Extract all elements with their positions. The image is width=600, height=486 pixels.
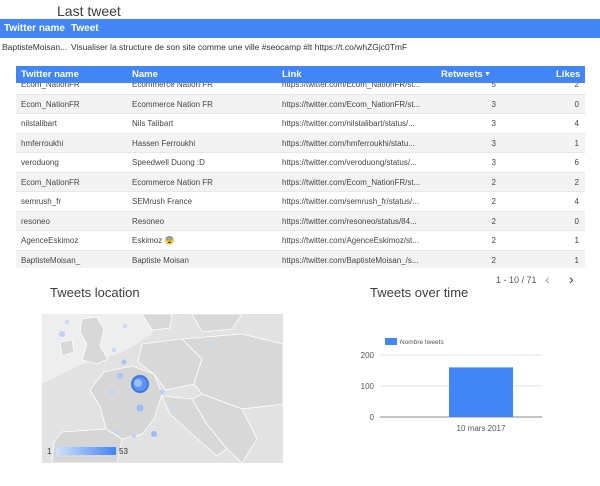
tweets-location-title: Tweets location bbox=[50, 285, 140, 300]
col-twitter-name[interactable]: Twitter name bbox=[21, 69, 79, 80]
cell-twitter-name: semrush_fr bbox=[21, 197, 62, 206]
chart-canvas: 0 100 200 Nombre tweets 10 mars 2017 bbox=[361, 338, 542, 433]
cell-twitter-name: AgenceEskimoz bbox=[21, 236, 79, 245]
cell-twitter-name: Ecom_NationFR bbox=[21, 177, 80, 187]
cell-link[interactable]: https://twitter.com/nilstalibart/status/… bbox=[282, 119, 427, 128]
prev-page-icon[interactable]: ‹ bbox=[545, 271, 550, 287]
cell-name: Eskimoz 😨 bbox=[132, 236, 175, 245]
last-tweet-header: Twitter name Tweet bbox=[0, 19, 600, 38]
cell-name: Ecommerce Nation FR bbox=[132, 83, 213, 89]
cell-name: Nils Talibart bbox=[132, 119, 174, 128]
cell-retweets: 2 bbox=[491, 197, 496, 206]
map-legend-gradient bbox=[56, 447, 116, 455]
europe-map bbox=[42, 314, 283, 463]
cell-twitter-name: resoneo bbox=[21, 216, 50, 226]
legend-swatch bbox=[385, 338, 397, 345]
cell-twitter-name: hmferroukhi bbox=[21, 138, 64, 148]
col-name[interactable]: Name bbox=[132, 69, 158, 80]
chart-bar bbox=[449, 367, 513, 417]
cell-retweets: 2 bbox=[491, 255, 496, 265]
x-tick-label: 10 mars 2017 bbox=[457, 424, 506, 433]
cell-name: Hassen Ferroukhi bbox=[132, 138, 196, 148]
cell-likes: 6 bbox=[574, 158, 579, 167]
next-page-icon[interactable]: › bbox=[569, 271, 574, 287]
cell-twitter-name: Ecom_NationFR bbox=[21, 83, 80, 89]
col-likes[interactable]: Likes bbox=[556, 69, 580, 80]
cell-twitter-name: BaptisteMoisan_ bbox=[21, 255, 81, 265]
table-body: Ecom_NationFR Ecommerce Nation FR https://… bbox=[16, 83, 585, 268]
cell-name: Baptiste Moisan bbox=[132, 255, 189, 265]
cell-likes: 1 bbox=[574, 236, 579, 245]
table-header: Twitter name Name Link Retweets ▼ Likes bbox=[16, 66, 585, 83]
header-twitter-name[interactable]: Twitter name bbox=[4, 23, 65, 34]
cell-likes: 1 bbox=[574, 138, 579, 148]
sort-desc-icon[interactable]: ▼ bbox=[484, 71, 491, 78]
table-row[interactable]: hmferroukhi Hassen Ferroukhi https://twitt… bbox=[16, 133, 585, 153]
cell-name: Resoneo bbox=[132, 216, 165, 226]
cell-link[interactable]: https://twitter.com/BaptisteMoisan_/s... bbox=[282, 256, 427, 265]
cell-retweets: 3 bbox=[491, 138, 496, 148]
cell-twitter-name: nilstalibart bbox=[21, 119, 58, 128]
legend-label: Nombre tweets bbox=[400, 339, 444, 346]
cell-twitter-name: Ecom_NationFR bbox=[21, 99, 80, 109]
cell-name: Ecommerce Nation FR bbox=[132, 99, 213, 109]
last-tweet-row: BaptisteMoisan... Visualiser la structur… bbox=[0, 38, 600, 56]
cell-retweets: 3 bbox=[491, 158, 496, 167]
cell-twitter-name: veroduong bbox=[21, 158, 59, 167]
cell-likes: 0 bbox=[574, 99, 579, 109]
cell-retweets: 5 bbox=[491, 83, 496, 89]
cell-likes: 4 bbox=[574, 197, 579, 206]
cell-likes: 4 bbox=[574, 119, 579, 128]
cell-link[interactable]: https://twitter.com/resoneo/status/84... bbox=[282, 217, 427, 226]
y-tick-label: 200 bbox=[361, 351, 375, 360]
pagination-label: 1 - 10 / 71 bbox=[496, 275, 537, 285]
cell-likes: 2 bbox=[574, 177, 579, 187]
cell-likes: 1 bbox=[574, 255, 579, 265]
tweets-over-time-title: Tweets over time bbox=[370, 285, 469, 300]
cell-name: Speedwell Duong :D bbox=[132, 158, 205, 167]
table-row[interactable]: semrush_fr SEMrush France https://twitter.… bbox=[16, 192, 585, 212]
last-tweet-title: Last tweet bbox=[57, 3, 121, 19]
table-row[interactable]: nilstalibart Nils Talibart https://twitter… bbox=[16, 114, 585, 134]
map-legend-min: 1 bbox=[47, 447, 52, 456]
cell-retweets: 2 bbox=[491, 236, 496, 245]
table-row[interactable]: Ecom_NationFR Ecommerce Nation FR https://… bbox=[16, 94, 585, 114]
col-retweets[interactable]: Retweets bbox=[441, 69, 483, 80]
map-legend-max: 53 bbox=[119, 447, 128, 456]
cell-likes: 0 bbox=[574, 216, 579, 226]
cell-likes: 2 bbox=[574, 83, 579, 89]
cell-link[interactable]: https://twitter.com/hmferroukhi/statu... bbox=[282, 139, 427, 148]
cell-link[interactable]: https://twitter.com/Ecom_NationFR/st... bbox=[282, 83, 427, 89]
table-row[interactable]: Ecom_NationFR Ecommerce Nation FR https://… bbox=[16, 172, 585, 192]
y-tick-label: 100 bbox=[361, 382, 375, 391]
cell-link[interactable]: https://twitter.com/Ecom_NationFR/st... bbox=[282, 100, 427, 109]
table-row[interactable]: AgenceEskimoz Eskimoz 😨 https://twitter.co… bbox=[16, 231, 585, 251]
table-row[interactable]: BaptisteMoisan_ Baptiste Moisan https://tw… bbox=[16, 250, 585, 268]
table-row[interactable]: resoneo Resoneo https://twitter.com/resone… bbox=[16, 211, 585, 231]
cell-retweets: 3 bbox=[491, 119, 496, 128]
cell-name: Ecommerce Nation FR bbox=[132, 177, 213, 187]
col-link[interactable]: Link bbox=[282, 69, 302, 80]
cell-retweets: 3 bbox=[491, 99, 496, 109]
cell-retweets: 2 bbox=[491, 216, 496, 226]
cell-link[interactable]: https://twitter.com/semrush_fr/status/..… bbox=[282, 197, 427, 206]
last-tweet-user: BaptisteMoisan... bbox=[2, 42, 68, 52]
y-tick-label: 0 bbox=[370, 413, 375, 422]
cell-link[interactable]: https://twitter.com/AgenceEskimoz/st... bbox=[282, 236, 427, 245]
table-row[interactable]: veroduong Speedwell Duong :D https://twitt… bbox=[16, 153, 585, 173]
cell-link[interactable]: https://twitter.com/veroduong/status/... bbox=[282, 158, 427, 167]
tweets-over-time-chart[interactable]: 0 100 200 Nombre tweets 10 mars 2017 bbox=[340, 320, 560, 440]
cell-name: SEMrush France bbox=[132, 197, 193, 206]
tweets-table: Twitter name Name Link Retweets ▼ Likes … bbox=[16, 66, 585, 268]
cell-retweets: 2 bbox=[491, 177, 496, 187]
cell-link[interactable]: https://twitter.com/Ecom_NationFR/st... bbox=[282, 178, 427, 187]
last-tweet-text: Visualiser la structure de son site comm… bbox=[71, 42, 408, 52]
header-tweet[interactable]: Tweet bbox=[71, 23, 99, 34]
table-row[interactable]: Ecom_NationFR Ecommerce Nation FR https://… bbox=[16, 83, 585, 95]
tweets-location-map[interactable] bbox=[42, 314, 283, 463]
